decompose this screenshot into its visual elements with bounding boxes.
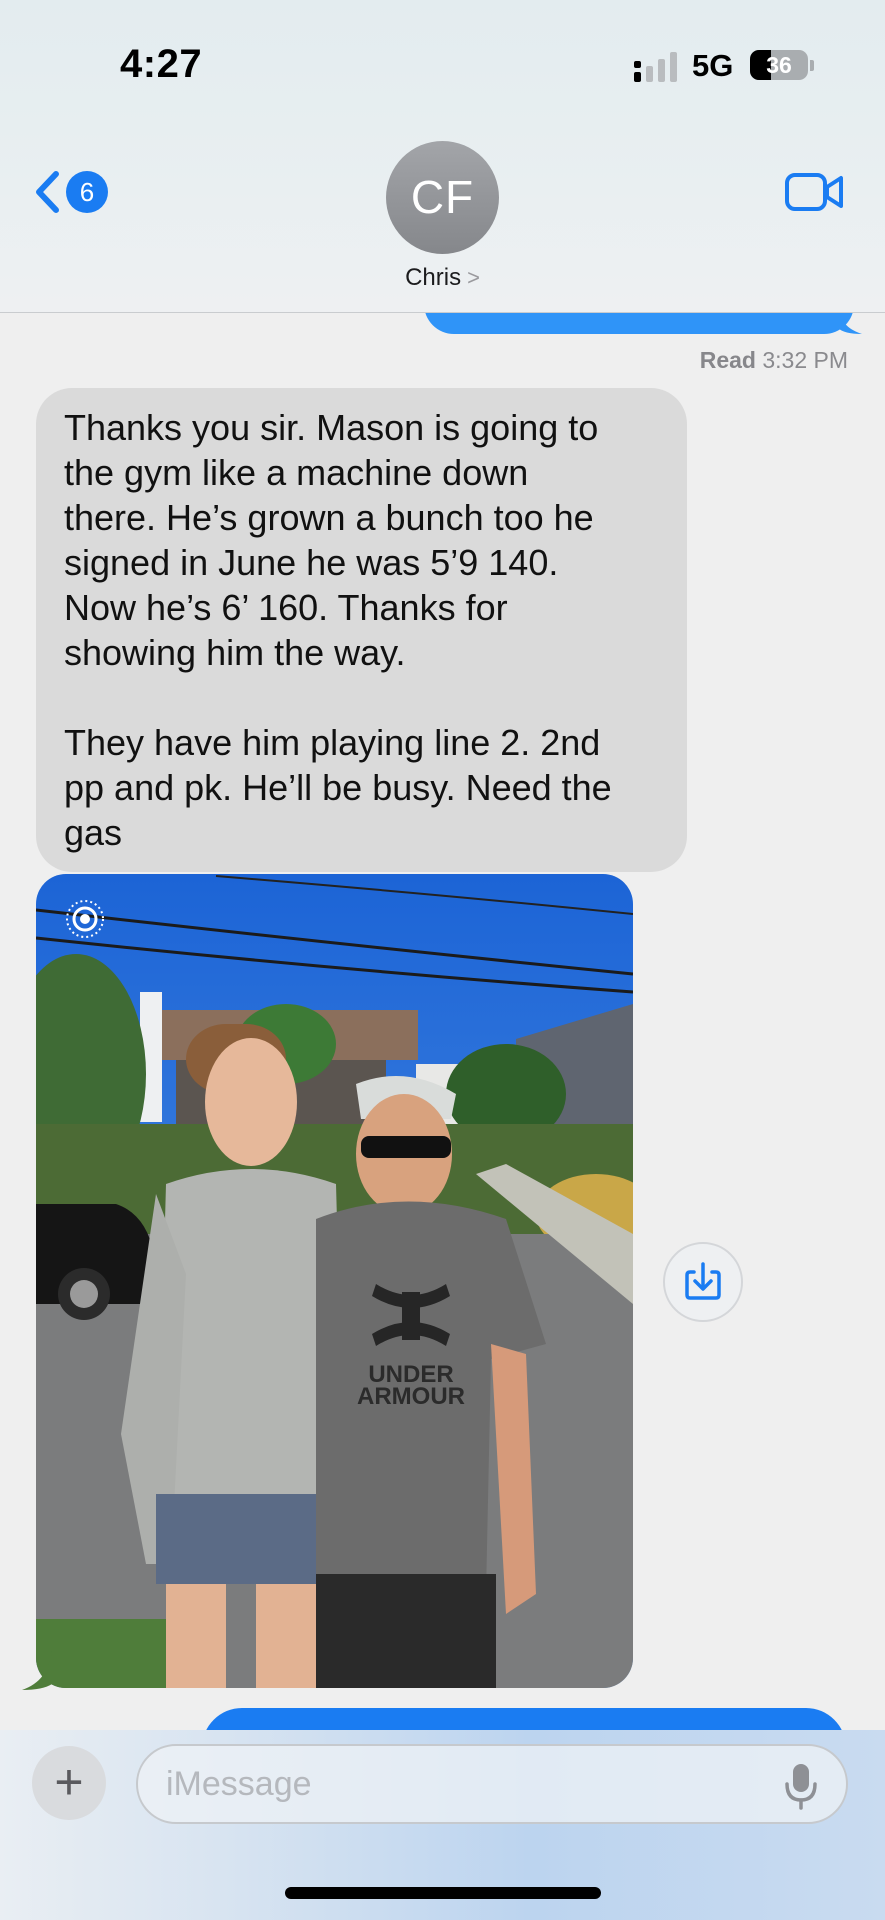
read-time: 3:32 PM xyxy=(762,347,848,373)
imessage-input[interactable]: iMessage xyxy=(136,1744,848,1824)
shirt-text: ARMOUR xyxy=(357,1383,465,1410)
battery-tip xyxy=(810,60,814,71)
read-label: Read xyxy=(699,347,756,373)
message-line: the gym like a machine down xyxy=(64,452,529,493)
network-type: 5G xyxy=(692,48,734,83)
message-paragraph: They have him playing line 2. 2nd pp and… xyxy=(64,720,665,855)
photo-attachment[interactable]: UNDER ARMOUR xyxy=(36,874,633,1688)
message-line: pp and pk. He’ll be busy. Need the xyxy=(64,767,612,808)
video-camera-icon[interactable] xyxy=(784,170,844,214)
incoming-message-bubble[interactable]: Thanks you sir. Mason is going to the gy… xyxy=(36,388,687,872)
home-indicator[interactable] xyxy=(285,1887,601,1899)
back-button[interactable]: 6 xyxy=(34,166,124,218)
signal-icon xyxy=(634,52,677,82)
message-line: signed in June he was 5’9 140. xyxy=(64,542,559,583)
unread-count-badge: 6 xyxy=(66,171,108,213)
message-paragraph: Thanks you sir. Mason is going to the gy… xyxy=(64,405,665,675)
battery-icon: 36 xyxy=(750,50,808,80)
chevron-right-icon: > xyxy=(467,265,480,290)
save-download-icon xyxy=(685,1262,721,1300)
message-line: They have him playing line 2. 2nd xyxy=(64,722,601,763)
bubble-tail xyxy=(22,1650,52,1690)
message-line: showing him the way. xyxy=(64,632,406,673)
message-line: Now he’s 6’ 160. Thanks for xyxy=(64,587,508,628)
message-line: there. He’s grown a bunch too he xyxy=(64,497,594,538)
save-to-photos-button[interactable] xyxy=(663,1242,743,1322)
message-line: Thanks you sir. Mason is going to xyxy=(64,407,599,448)
live-photo-icon[interactable] xyxy=(64,898,106,940)
read-receipt: Read 3:32 PM xyxy=(700,347,848,374)
contact-avatar[interactable]: CF xyxy=(386,141,499,254)
status-time: 4:27 xyxy=(120,42,203,86)
contact-name-button[interactable]: Chris > xyxy=(380,264,505,292)
battery-percentage: 36 xyxy=(766,52,792,78)
apps-plus-button[interactable]: + xyxy=(32,1746,106,1820)
conversation-header: 4:27 5G 36 6 CF Chris > xyxy=(0,0,885,313)
bubble-tail xyxy=(838,310,862,334)
message-line: gas xyxy=(64,812,123,853)
mic-icon[interactable] xyxy=(784,1762,818,1810)
contact-name: Chris xyxy=(405,264,462,291)
back-chevron-icon xyxy=(36,171,59,213)
